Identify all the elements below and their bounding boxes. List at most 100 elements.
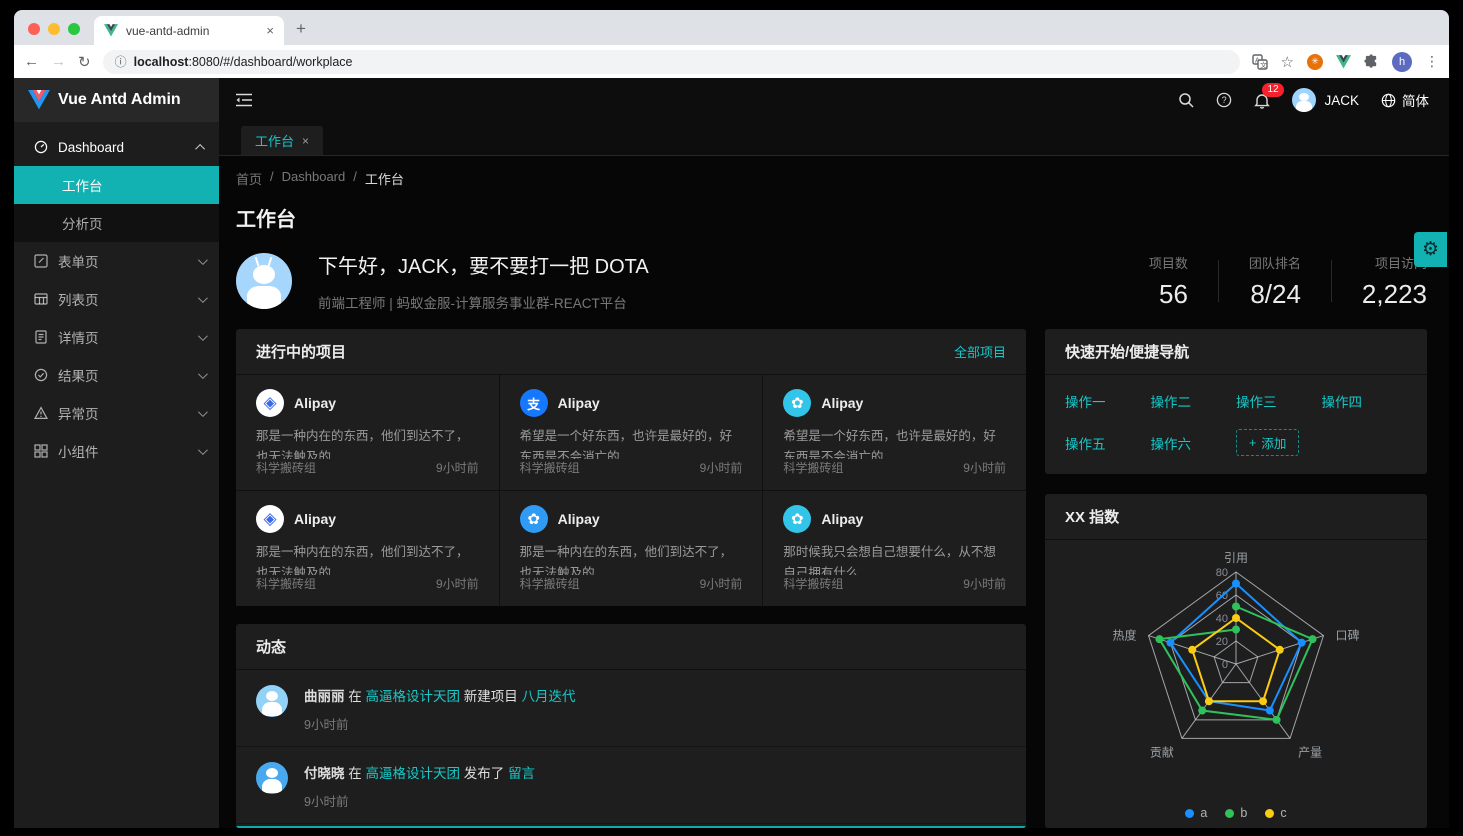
add-button[interactable]: +添加	[1236, 429, 1299, 456]
reload-icon[interactable]: ↻	[78, 53, 91, 71]
quicknav-link[interactable]: 操作五	[1065, 433, 1151, 453]
page-title: 工作台	[236, 203, 1427, 232]
breadcrumb-home[interactable]: 首页	[236, 169, 262, 188]
vue-devtools-icon[interactable]	[1336, 55, 1351, 69]
language-switcher[interactable]: 简体	[1381, 90, 1429, 110]
notification-bell-icon[interactable]: 12	[1254, 92, 1270, 109]
divider	[236, 826, 1026, 828]
activity-user[interactable]: 付晓晓	[304, 766, 345, 781]
stat-rank: 团队排名8/24	[1219, 253, 1331, 310]
help-icon[interactable]: ?	[1216, 92, 1232, 108]
project-group[interactable]: 科学搬砖组	[520, 575, 580, 592]
sidebar-item-result[interactable]: 结果页	[14, 356, 219, 394]
menu-fold-icon[interactable]	[235, 92, 253, 108]
project-card[interactable]: ✿Alipay 那是一种内在的东西，他们到达不了，也无法触及的 科学搬砖组9小时…	[500, 491, 763, 606]
sidebar-item-label: 表单页	[58, 251, 188, 271]
user-menu[interactable]: JACK	[1292, 88, 1359, 112]
svg-text:产量: 产量	[1298, 745, 1322, 759]
project-group[interactable]: 科学搬砖组	[256, 459, 316, 476]
project-card[interactable]: ◈Alipay 那是一种内在的东西，他们到达不了，也无法触及的 科学搬砖组9小时…	[236, 375, 499, 490]
plus-icon: +	[1249, 436, 1256, 450]
all-projects-link[interactable]: 全部项目	[954, 342, 1006, 361]
browser-profile-avatar[interactable]: h	[1392, 52, 1412, 72]
back-icon[interactable]: ←	[24, 53, 39, 70]
project-time: 9小时前	[700, 459, 743, 476]
legend-item[interactable]: c	[1265, 806, 1286, 820]
language-label: 简体	[1402, 90, 1429, 110]
browser-menu-icon[interactable]: ⋮	[1425, 53, 1439, 70]
browser-tab[interactable]: vue-antd-admin ×	[94, 16, 284, 45]
macos-traffic-lights	[14, 23, 94, 45]
projects-grid: ◈Alipay 那是一种内在的东西，他们到达不了，也无法触及的 科学搬砖组9小时…	[236, 375, 1026, 606]
project-card[interactable]: 支Alipay 希望是一个好东西，也许是最好的，好东西是不会消亡的 科学搬砖组9…	[500, 375, 763, 490]
svg-text:0: 0	[1222, 659, 1228, 671]
avatar	[236, 253, 292, 309]
sidebar-item-widgets[interactable]: 小组件	[14, 432, 219, 470]
minimize-window-button[interactable]	[48, 23, 60, 35]
legend-dot-c	[1265, 809, 1274, 818]
flower-cyan-logo-icon: ✿	[783, 389, 811, 417]
close-window-button[interactable]	[28, 23, 40, 35]
sidebar-item-form[interactable]: 表单页	[14, 242, 219, 280]
sidebar-item-analysis[interactable]: 分析页	[14, 204, 219, 242]
extensions-puzzle-icon[interactable]	[1364, 54, 1379, 69]
activity-team-link[interactable]: 高逼格设计天团	[366, 689, 461, 704]
extension-orange-icon[interactable]: ✳	[1307, 54, 1323, 70]
new-tab-button[interactable]: +	[284, 19, 318, 45]
activity-time: 9小时前	[304, 714, 576, 733]
maximize-window-button[interactable]	[68, 23, 80, 35]
quicknav-link[interactable]: 操作二	[1151, 391, 1237, 411]
tab-close-icon[interactable]: ×	[302, 134, 309, 148]
sidebar-item-label: 小组件	[58, 441, 188, 461]
forward-icon: →	[51, 53, 66, 70]
breadcrumb-current: 工作台	[365, 169, 404, 188]
activity-item: 曲丽丽 在 高逼格设计天团 新建项目 八月迭代 9小时前	[236, 670, 1026, 747]
settings-button[interactable]: ⚙	[1414, 232, 1447, 267]
avatar	[256, 685, 288, 717]
project-group[interactable]: 科学搬砖组	[520, 459, 580, 476]
legend-item[interactable]: a	[1185, 806, 1207, 820]
dashboard-icon	[34, 140, 48, 154]
sidebar-item-workplace[interactable]: 工作台	[14, 166, 219, 204]
legend-item[interactable]: b	[1225, 806, 1247, 820]
sidebar-item-label: 详情页	[58, 327, 188, 347]
svg-text:贡献: 贡献	[1150, 744, 1174, 759]
sidebar-item-dashboard[interactable]: Dashboard	[14, 128, 219, 166]
project-card[interactable]: ✿Alipay 那时候我只会想自己想要什么，从不想自己拥有什么 科学搬砖组9小时…	[763, 491, 1026, 606]
project-group[interactable]: 科学搬砖组	[783, 459, 843, 476]
greeting-subtitle: 前端工程师 | 蚂蚁金服-计算服务事业群-REACT平台	[318, 292, 649, 312]
sidebar-item-label: 结果页	[58, 365, 188, 385]
table-icon	[34, 292, 48, 306]
warning-icon	[34, 406, 48, 420]
search-icon[interactable]	[1178, 92, 1194, 108]
profile-icon	[34, 330, 48, 344]
app-logo[interactable]: Vue Antd Admin	[14, 78, 219, 122]
notification-badge: 12	[1262, 83, 1283, 97]
browser-tabstrip: vue-antd-admin × +	[14, 10, 1449, 45]
breadcrumb-dashboard[interactable]: Dashboard	[282, 169, 346, 188]
site-info-icon[interactable]: ⓘ	[115, 53, 127, 70]
tab-workplace[interactable]: 工作台 ×	[241, 126, 323, 155]
quicknav-link[interactable]: 操作三	[1236, 391, 1322, 411]
chart-title: XX 指数	[1065, 506, 1407, 527]
quicknav-link[interactable]: 操作六	[1151, 433, 1237, 453]
bookmark-star-icon[interactable]: ☆	[1281, 53, 1294, 71]
activity-target-link[interactable]: 留言	[508, 766, 535, 781]
activity-target-link[interactable]: 八月迭代	[522, 689, 576, 704]
url-bar[interactable]: ⓘ localhost:8080/#/dashboard/workplace	[103, 50, 1240, 74]
quicknav-link[interactable]: 操作一	[1065, 391, 1151, 411]
translate-icon[interactable]: A 文	[1252, 54, 1268, 70]
quicknav-link[interactable]: 操作四	[1322, 391, 1408, 411]
project-card[interactable]: ◈Alipay 那是一种内在的东西，他们到达不了，也无法触及的 科学搬砖组9小时…	[236, 491, 499, 606]
sidebar-item-exception[interactable]: 异常页	[14, 394, 219, 432]
activity-team-link[interactable]: 高逼格设计天团	[366, 766, 461, 781]
project-group[interactable]: 科学搬砖组	[783, 575, 843, 592]
sidebar-item-detail[interactable]: 详情页	[14, 318, 219, 356]
app-title: Vue Antd Admin	[58, 91, 181, 109]
project-group[interactable]: 科学搬砖组	[256, 575, 316, 592]
project-time: 9小时前	[963, 459, 1006, 476]
sidebar-item-list[interactable]: 列表页	[14, 280, 219, 318]
project-card[interactable]: ✿Alipay 希望是一个好东西，也许是最好的，好东西是不会消亡的 科学搬砖组9…	[763, 375, 1026, 490]
tab-close-icon[interactable]: ×	[266, 23, 274, 38]
activity-user[interactable]: 曲丽丽	[304, 689, 345, 704]
